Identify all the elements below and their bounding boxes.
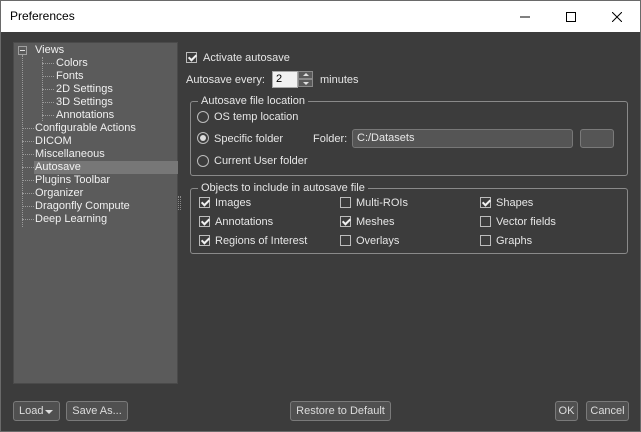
checkbox-annotations[interactable] [199,216,210,227]
tree-item-configurable-actions[interactable]: Configurable Actions [35,122,136,135]
vector-fields-label: Vector fields [496,216,556,228]
autosave-location-title: Autosave file location [198,94,308,108]
tree-guide [42,63,54,64]
tree-item-fonts[interactable]: Fonts [56,70,84,83]
save-as-button[interactable]: Save As... [66,401,128,421]
tree-item-dicom[interactable]: DICOM [35,135,72,148]
checkbox-regions-of-interest[interactable] [199,235,210,246]
restore-to-default-button[interactable]: Restore to Default [290,401,391,421]
checkbox-vector-fields[interactable] [480,216,491,227]
current-user-folder-label: Current User folder [214,155,308,167]
tree-item-annotations[interactable]: Annotations [56,109,114,122]
tree-item-autosave[interactable]: Autosave [34,161,178,174]
browse-folder-button[interactable] [580,129,614,148]
preferences-tree[interactable]: Views Colors Fonts 2D Settings 3D Settin… [13,42,178,384]
checkbox-images[interactable] [199,197,210,208]
maximize-icon [566,11,576,22]
tree-guide [42,89,54,90]
multi-rois-label: Multi-ROIs [356,197,408,209]
tree-item-views[interactable]: Views [35,44,64,57]
minutes-label: minutes [320,74,359,86]
cancel-button[interactable]: Cancel [586,401,629,421]
tree-item-miscellaneous[interactable]: Miscellaneous [35,148,105,161]
minimize-button[interactable] [502,1,548,32]
checkbox-multi-rois[interactable] [340,197,351,208]
close-button[interactable] [594,1,640,32]
tree-guide [42,102,54,103]
images-label: Images [215,197,252,209]
activate-autosave-label: Activate autosave [203,52,290,64]
tree-guide [22,167,34,168]
specific-folder-label: Specific folder [214,133,284,145]
chevron-down-icon [45,410,53,414]
checkbox-meshes[interactable] [340,216,351,227]
preferences-window: Preferences Views Colors Fonts 2D Settin… [0,0,641,432]
regions-of-interest-label: Regions of Interest [215,235,308,247]
autosave-interval-field[interactable]: 2 [272,71,298,88]
overlays-label: Overlays [356,235,400,247]
tree-guide [22,128,34,129]
autosave-every-label: Autosave every: [186,74,265,86]
activate-autosave-checkbox[interactable] [186,52,197,63]
tree-guide [22,206,34,207]
radio-specific-folder[interactable] [197,132,209,144]
tree-collapse-icon[interactable] [18,46,27,55]
os-temp-location-label: OS temp location [214,111,299,123]
ok-button[interactable]: OK [555,401,578,421]
tree-guide [22,154,34,155]
graphs-label: Graphs [496,235,533,247]
radio-os-temp-location[interactable] [197,111,209,123]
annotations-label: Annotations [215,216,274,228]
folder-label: Folder: [313,133,348,145]
radio-current-user-folder[interactable] [197,155,209,167]
tree-guide [22,141,34,142]
meshes-label: Meshes [356,216,395,228]
shapes-label: Shapes [496,197,534,209]
close-icon [612,11,622,22]
title-bar[interactable]: Preferences [1,1,640,32]
tree-guide [42,76,54,77]
tree-guide [22,180,34,181]
maximize-button[interactable] [548,1,594,32]
checkbox-shapes[interactable] [480,197,491,208]
tree-guide [22,193,34,194]
tree-guide [42,115,54,116]
splitter-handle[interactable] [178,196,181,210]
load-button[interactable]: Load [13,401,60,421]
objects-group-title: Objects to include in autosave file [198,181,368,195]
minimize-icon [520,16,530,17]
tree-item-plugins-toolbar[interactable]: Plugins Toolbar [35,174,110,187]
spin-up-icon[interactable] [298,71,313,79]
tree-item-deep-learning[interactable]: Deep Learning [35,213,107,226]
tree-item-dragonfly-compute[interactable]: Dragonfly Compute [35,200,130,213]
tree-item-2d-settings[interactable]: 2D Settings [56,83,113,96]
tree-item-colors[interactable]: Colors [56,57,88,70]
tree-item-organizer[interactable]: Organizer [35,187,83,200]
checkbox-graphs[interactable] [480,235,491,246]
window-title: Preferences [10,9,75,23]
spin-down-icon[interactable] [298,79,313,87]
checkbox-overlays[interactable] [340,235,351,246]
tree-guide [22,219,34,220]
tree-item-3d-settings[interactable]: 3D Settings [56,96,113,109]
folder-path-input[interactable]: C:/Datasets [352,129,573,148]
autosave-interval-spinbox[interactable]: 2 [272,71,314,88]
